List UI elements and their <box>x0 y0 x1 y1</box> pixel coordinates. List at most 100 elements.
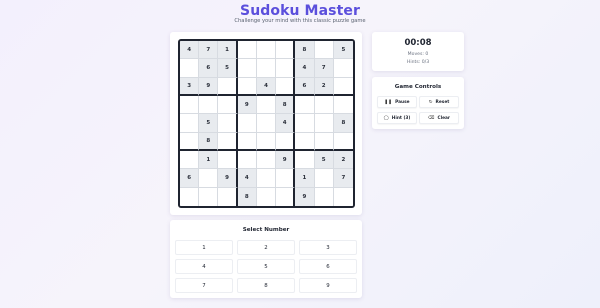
sudoku-cell-r9-c4[interactable]: 8 <box>237 187 257 206</box>
hint-label: Hint (3) <box>391 115 411 121</box>
sudoku-cell-r2-c1[interactable] <box>180 59 200 78</box>
sudoku-cell-r8-c8[interactable] <box>314 169 334 188</box>
sudoku-cell-r4-c5[interactable] <box>256 96 277 115</box>
sudoku-cell-r8-c3[interactable]: 9 <box>218 169 238 188</box>
sudoku-cell-r1-c6[interactable] <box>276 41 296 60</box>
hints-counter: Hints: 0/3 <box>406 60 430 65</box>
sudoku-cell-r1-c1[interactable]: 4 <box>180 41 200 60</box>
sudoku-cell-r3-c9[interactable] <box>333 77 353 96</box>
sudoku-cell-r7-c4[interactable] <box>237 151 257 170</box>
sudoku-cell-r9-c6[interactable] <box>276 187 296 206</box>
sudoku-cell-r3-c6[interactable] <box>276 77 296 96</box>
sudoku-cell-r3-c5[interactable]: 4 <box>256 77 277 96</box>
sudoku-cell-r2-c9[interactable] <box>333 59 353 78</box>
number-button-6[interactable]: 6 <box>299 259 357 274</box>
sudoku-cell-r5-c9[interactable]: 8 <box>333 114 353 133</box>
hint-button[interactable]: ◯ Hint (3) <box>377 112 417 124</box>
number-button-9[interactable]: 9 <box>299 278 357 293</box>
sudoku-cell-r3-c8[interactable]: 2 <box>314 77 334 96</box>
sudoku-cell-r4-c9[interactable] <box>333 96 353 115</box>
number-button-7[interactable]: 7 <box>175 278 233 293</box>
sudoku-cell-r6-c3[interactable] <box>218 132 238 151</box>
number-button-1[interactable]: 1 <box>175 240 233 255</box>
sudoku-cell-r5-c5[interactable] <box>256 114 277 133</box>
game-controls-card: Game Controls ❚❚ Pause ↻ Reset ◯ Hint (3… <box>372 77 464 129</box>
sudoku-cell-r6-c2[interactable]: 8 <box>199 132 219 151</box>
sudoku-cell-r7-c7[interactable] <box>295 151 315 170</box>
sudoku-cell-r3-c2[interactable]: 9 <box>199 77 219 96</box>
sudoku-cell-r7-c5[interactable] <box>256 151 277 170</box>
sudoku-cell-r7-c3[interactable] <box>218 151 238 170</box>
sudoku-cell-r2-c8[interactable]: 7 <box>314 59 334 78</box>
sudoku-cell-r2-c2[interactable]: 6 <box>199 59 219 78</box>
sudoku-cell-r8-c7[interactable]: 1 <box>295 169 315 188</box>
sudoku-cell-r9-c7[interactable]: 9 <box>295 187 315 206</box>
sudoku-cell-r1-c5[interactable] <box>256 41 277 60</box>
sudoku-cell-r1-c9[interactable]: 5 <box>333 41 353 60</box>
sudoku-cell-r9-c1[interactable] <box>180 187 200 206</box>
number-button-4[interactable]: 4 <box>175 259 233 274</box>
sudoku-cell-r3-c3[interactable] <box>218 77 238 96</box>
sudoku-cell-r7-c6[interactable]: 9 <box>276 151 296 170</box>
number-button-3[interactable]: 3 <box>299 240 357 255</box>
sudoku-cell-r3-c7[interactable]: 6 <box>295 77 315 96</box>
controls-title: Game Controls <box>394 84 442 90</box>
sudoku-cell-r5-c3[interactable] <box>218 114 238 133</box>
sudoku-cell-r9-c8[interactable] <box>314 187 334 206</box>
sudoku-cell-r2-c6[interactable] <box>276 59 296 78</box>
sudoku-cell-r5-c1[interactable] <box>180 114 200 133</box>
sudoku-cell-r8-c5[interactable] <box>256 169 277 188</box>
sudoku-cell-r1-c3[interactable]: 1 <box>218 41 238 60</box>
number-button-8[interactable]: 8 <box>237 278 295 293</box>
sudoku-cell-r9-c3[interactable] <box>218 187 238 206</box>
sudoku-cell-r5-c8[interactable] <box>314 114 334 133</box>
sudoku-cell-r7-c8[interactable]: 5 <box>314 151 334 170</box>
sudoku-cell-r9-c5[interactable] <box>256 187 277 206</box>
number-button-5[interactable]: 5 <box>237 259 295 274</box>
sudoku-cell-r1-c7[interactable]: 8 <box>295 41 315 60</box>
sudoku-cell-r4-c6[interactable]: 8 <box>276 96 296 115</box>
sudoku-cell-r1-c4[interactable] <box>237 41 257 60</box>
sudoku-cell-r9-c9[interactable] <box>333 187 353 206</box>
number-pad-title: Select Number <box>242 227 290 233</box>
sudoku-cell-r1-c2[interactable]: 7 <box>199 41 219 60</box>
sudoku-cell-r6-c5[interactable] <box>256 132 277 151</box>
number-button-2[interactable]: 2 <box>237 240 295 255</box>
sudoku-cell-r8-c4[interactable]: 4 <box>237 169 257 188</box>
clear-button[interactable]: ⌫ Clear <box>419 112 459 124</box>
sudoku-cell-r5-c7[interactable] <box>295 114 315 133</box>
sudoku-cell-r7-c1[interactable] <box>180 151 200 170</box>
sudoku-cell-r2-c7[interactable]: 4 <box>295 59 315 78</box>
sudoku-cell-r8-c2[interactable] <box>199 169 219 188</box>
sudoku-cell-r4-c3[interactable] <box>218 96 238 115</box>
sudoku-cell-r3-c1[interactable]: 3 <box>180 77 200 96</box>
sudoku-cell-r6-c4[interactable] <box>237 132 257 151</box>
reset-button[interactable]: ↻ Reset <box>419 96 459 108</box>
sudoku-cell-r5-c2[interactable]: 5 <box>199 114 219 133</box>
sudoku-cell-r2-c4[interactable] <box>237 59 257 78</box>
sudoku-cell-r6-c9[interactable] <box>333 132 353 151</box>
sudoku-cell-r5-c6[interactable]: 4 <box>276 114 296 133</box>
sudoku-cell-r4-c8[interactable] <box>314 96 334 115</box>
sudoku-cell-r2-c3[interactable]: 5 <box>218 59 238 78</box>
sudoku-cell-r8-c9[interactable]: 7 <box>333 169 353 188</box>
page-title: Sudoku Master <box>240 3 360 19</box>
sudoku-cell-r6-c6[interactable] <box>276 132 296 151</box>
sudoku-cell-r6-c8[interactable] <box>314 132 334 151</box>
sudoku-cell-r9-c2[interactable] <box>199 187 219 206</box>
sudoku-cell-r2-c5[interactable] <box>256 59 277 78</box>
sudoku-cell-r3-c4[interactable] <box>237 77 257 96</box>
sudoku-cell-r4-c7[interactable] <box>295 96 315 115</box>
sudoku-cell-r5-c4[interactable] <box>237 114 257 133</box>
sudoku-cell-r4-c4[interactable]: 9 <box>237 96 257 115</box>
sudoku-cell-r7-c2[interactable]: 1 <box>199 151 219 170</box>
sudoku-cell-r4-c1[interactable] <box>180 96 200 115</box>
sudoku-cell-r7-c9[interactable]: 2 <box>333 151 353 170</box>
sudoku-cell-r8-c1[interactable]: 6 <box>180 169 200 188</box>
sudoku-cell-r6-c1[interactable] <box>180 132 200 151</box>
pause-button[interactable]: ❚❚ Pause <box>377 96 417 108</box>
sudoku-cell-r4-c2[interactable] <box>199 96 219 115</box>
sudoku-cell-r1-c8[interactable] <box>314 41 334 60</box>
sudoku-cell-r8-c6[interactable] <box>276 169 296 188</box>
sudoku-cell-r6-c7[interactable] <box>295 132 315 151</box>
